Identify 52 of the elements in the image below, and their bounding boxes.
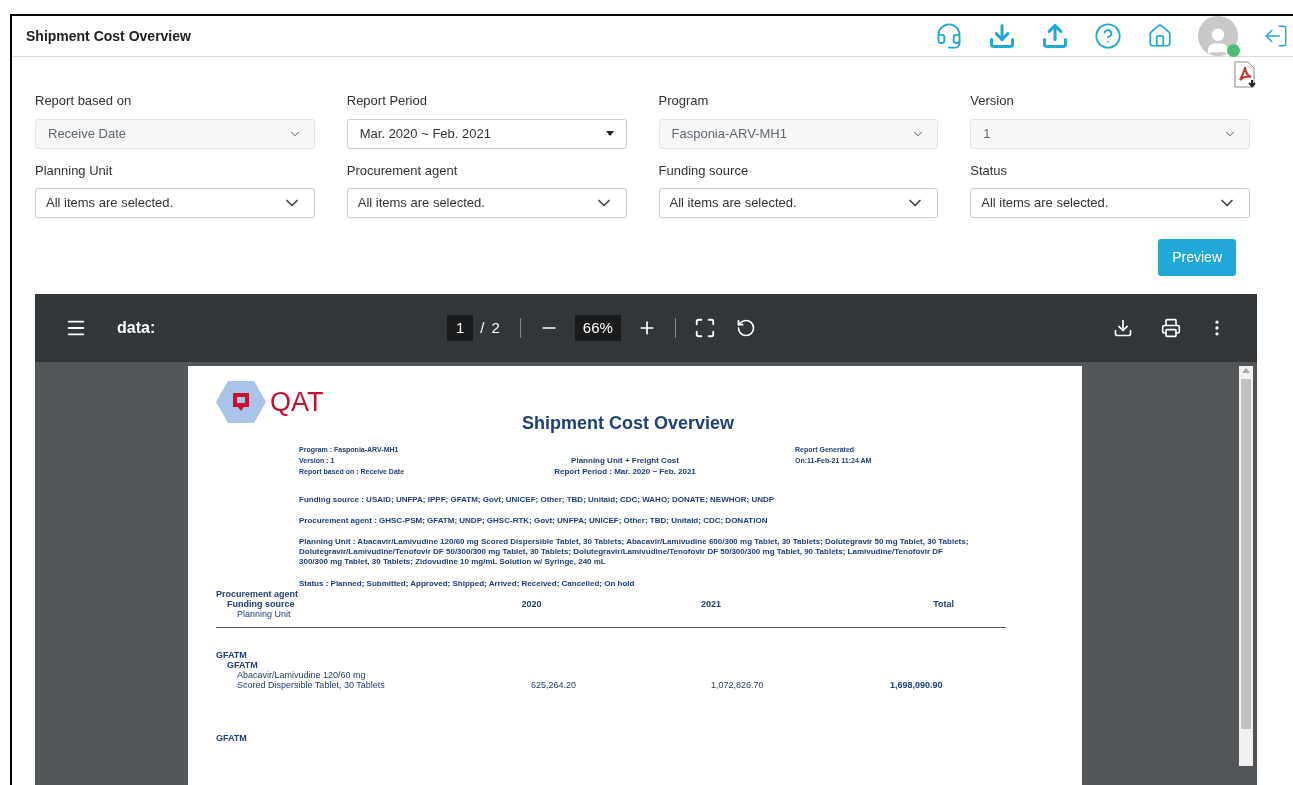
field-label: Funding source — [658, 161, 750, 180]
logo-text: QAT — [270, 388, 324, 416]
value-cell-text: 625,264.20 — [531, 680, 578, 690]
page-title: Shipment Cost Overview — [26, 26, 191, 46]
multi-select-field[interactable]: All items are selected. — [970, 188, 1250, 218]
dropdown-caret-icon — [605, 131, 614, 136]
field-label: Report Period — [346, 92, 428, 110]
column-header: 2021 — [700, 599, 723, 609]
pdf-download-icon[interactable] — [1232, 61, 1258, 89]
column-header: Total — [932, 599, 954, 609]
column-header: 2020 — [520, 599, 543, 609]
select-field[interactable]: Mar. 2020 ~ Feb. 2021 — [346, 118, 627, 149]
report-criteria-text: Funding source : USAID; UNFPA; IPPF; GFATM; Govt; UNICEF; Other; TBD; Unitaid; CDC; WAHO; DONATE; NEWHOR; UNDP — [299, 495, 776, 505]
document-name: data: — [117, 318, 157, 338]
field-label: Version — [970, 92, 1015, 110]
column-header: Funding source — [226, 599, 296, 609]
upload-icon[interactable] — [1041, 22, 1069, 50]
logout-icon[interactable] — [1263, 23, 1289, 49]
logo-hexagon-icon — [216, 380, 266, 424]
field-label: Report based on — [35, 92, 133, 110]
field-label: Procurement agent — [346, 161, 459, 180]
field-label: Program — [658, 92, 710, 110]
report-criteria-text: Status : Planned; Submitted; Approved; Shipped; Arrived; Received; Cancelled; On hold — [298, 579, 636, 589]
field-label: Status — [970, 161, 1009, 180]
report-meta-text: Report Period : Mar. 2020 ~ Feb. 2021 — [554, 466, 696, 477]
multi-select-field[interactable]: All items are selected. — [658, 188, 939, 218]
planning-unit-cell-text: Abacavir/Lamivudine 120/60 mg Scored Dispersible Tablet, 30 Tablets — [236, 670, 386, 690]
zoom-field[interactable]: 66% — [574, 314, 621, 342]
home-icon[interactable] — [1147, 23, 1173, 49]
value-cell-text: 1,072,826.70 — [711, 680, 765, 690]
field-label: Planning Unit — [35, 161, 114, 180]
page-number-field[interactable]: 1 — [447, 314, 474, 342]
column-header: Planning Unit — [236, 609, 292, 619]
page-separator: / — [480, 317, 485, 338]
print-icon[interactable] — [1161, 318, 1181, 338]
multi-select-field[interactable]: All items are selected. — [346, 188, 627, 218]
value-cell: 1,698,090.90 — [890, 680, 943, 690]
rotate-icon[interactable] — [735, 318, 756, 338]
agent-group-label: GFATM — [216, 732, 248, 745]
report-criteria-text: Planning Unit : Abacavir/Lamivudine 120/60 mg Scored Dispersible Tablet, 30 Tablets; Abacavir/Lamivudine 600/300 mg Tablet, 30 Tablets; Dolutegravir 50 mg Tablet, 30 Tablets; Dolutegravir/Lamivudine/Tenofovir DF 50/300/300 mg Tablet, 30 Tablets; Dolutegravir/Lamivudine/Tenofovir DF 50/300/300 mg Tablet, 90 Tablets; Lamivudine/Tenofovir DF 300/300 mg Tablet, 30 Tablets; Zidovudine 10 mg/mL Solution w/ Syringe, 240 mL — [299, 537, 970, 567]
download-icon[interactable] — [1113, 318, 1133, 338]
fit-page-icon[interactable] — [693, 317, 716, 339]
support-headset-icon[interactable] — [935, 22, 963, 50]
report-criteria-text: Procurement agent : GHSC-PSM; GFATM; UNDP; GHSC-RTK; Govt; UNFPA; UNICEF; Other; TBD; Unitaid; CDC; DONATION — [299, 516, 769, 526]
report-meta-text: Planning Unit + Freight Cost — [571, 455, 679, 466]
column-header: Procurement agent — [216, 589, 300, 599]
report-title: Shipment Cost Overview — [522, 412, 735, 435]
multi-select-field[interactable]: All items are selected. — [35, 188, 315, 218]
agent-group-label: GFATM — [216, 650, 248, 660]
funding-group-label: GFATM — [226, 660, 259, 670]
help-icon[interactable] — [1094, 22, 1122, 50]
page-count: 2 — [491, 317, 500, 338]
